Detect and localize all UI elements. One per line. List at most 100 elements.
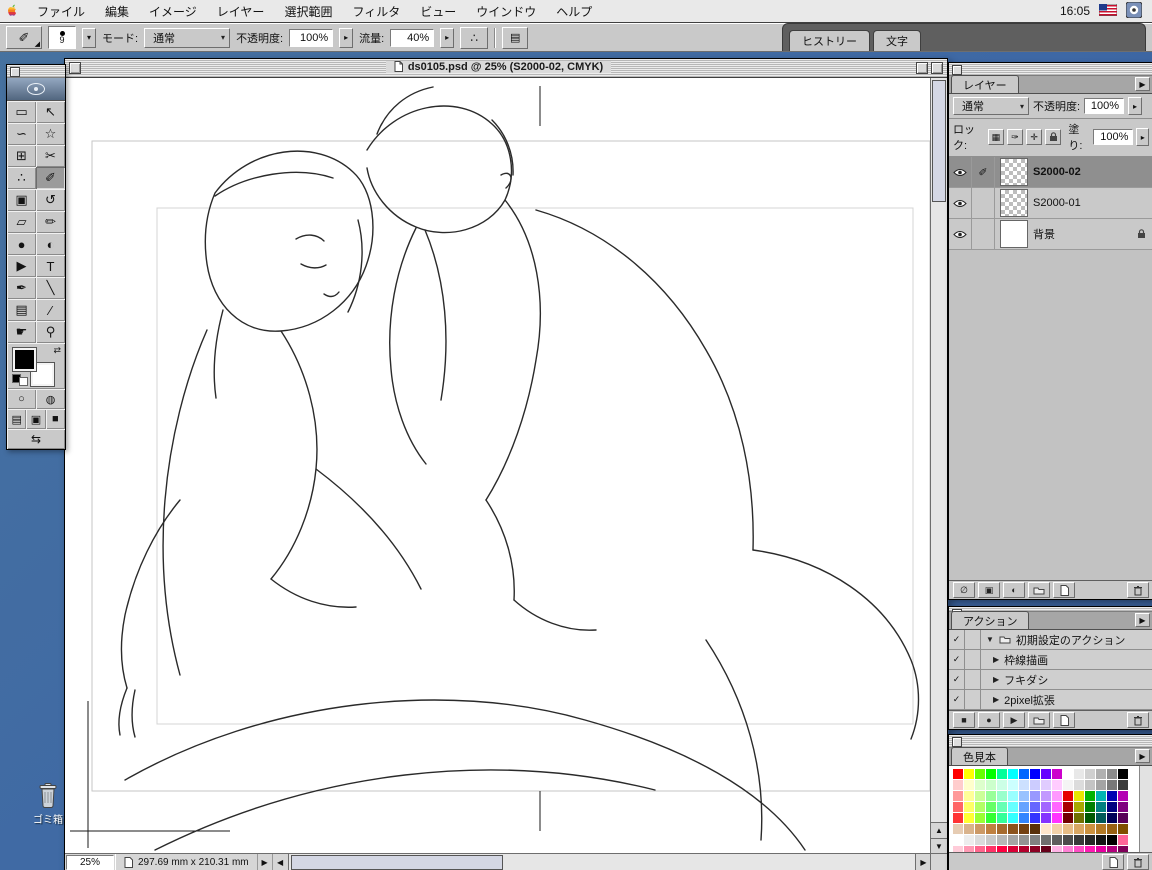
pen-tool[interactable]: ✒: [7, 277, 36, 299]
swatch-29[interactable]: [1096, 780, 1106, 790]
pencil-tool[interactable]: ✏: [36, 211, 65, 233]
swatch-63[interactable]: [1118, 802, 1128, 812]
visibility-toggle[interactable]: [949, 188, 972, 218]
menu-item-0[interactable]: ファイル: [27, 1, 95, 22]
airbrush-toggle-button[interactable]: ∴: [460, 26, 489, 49]
swatch-117[interactable]: [1008, 846, 1018, 852]
action-row-0[interactable]: ✓ ▶ 枠線描画: [949, 650, 1152, 670]
swatch-23[interactable]: [1030, 780, 1040, 790]
swatch-25[interactable]: [1052, 780, 1062, 790]
current-tool-button[interactable]: ✐ ◢: [6, 26, 42, 49]
hand-tool[interactable]: ☛: [7, 321, 36, 343]
swatch-33[interactable]: [964, 791, 974, 801]
lock-position-button[interactable]: ✛: [1026, 129, 1043, 145]
path-select-tool[interactable]: ▶: [7, 255, 36, 277]
swatch-104[interactable]: [1041, 835, 1051, 845]
swatch-53[interactable]: [1008, 802, 1018, 812]
swatch-61[interactable]: [1096, 802, 1106, 812]
link-cell[interactable]: [972, 188, 995, 218]
layer-name[interactable]: S2000-02: [1033, 166, 1152, 178]
swatch-85[interactable]: [1008, 824, 1018, 834]
lock-all-button[interactable]: [1045, 129, 1062, 145]
swatch-99[interactable]: [986, 835, 996, 845]
swatch-16[interactable]: [953, 780, 963, 790]
layer-name[interactable]: S2000-01: [1033, 197, 1152, 209]
action-check-toggle[interactable]: ✓: [949, 650, 965, 669]
palette-menu-icon[interactable]: ▶: [1135, 613, 1150, 627]
zoom-box-icon[interactable]: [916, 62, 928, 74]
swatch-122[interactable]: [1063, 846, 1073, 852]
status-popup-arrow[interactable]: ▶: [258, 854, 273, 870]
keyboard-layout-flag-icon[interactable]: [1098, 3, 1118, 19]
swatch-101[interactable]: [1008, 835, 1018, 845]
swatch-69[interactable]: [1008, 813, 1018, 823]
delete-action-icon[interactable]: [1127, 712, 1149, 728]
swatch-60[interactable]: [1085, 802, 1095, 812]
swatch-48[interactable]: [953, 802, 963, 812]
move-tool[interactable]: ↖: [36, 101, 65, 123]
new-swatch-icon[interactable]: [1102, 854, 1124, 870]
swatch-98[interactable]: [975, 835, 985, 845]
swatch-72[interactable]: [1041, 813, 1051, 823]
swatch-7[interactable]: [1030, 769, 1040, 779]
swatch-2[interactable]: [975, 769, 985, 779]
swatch-28[interactable]: [1085, 780, 1095, 790]
swatch-88[interactable]: [1041, 824, 1051, 834]
adjustment-layer-icon[interactable]: ◐: [1003, 582, 1025, 598]
collapsed-triangle-icon[interactable]: ▶: [993, 675, 999, 684]
swatch-26[interactable]: [1063, 780, 1073, 790]
tab-actions[interactable]: アクション: [951, 611, 1030, 629]
swatch-32[interactable]: [953, 791, 963, 801]
resize-grip[interactable]: [930, 853, 947, 870]
layer-thumbnail[interactable]: [1000, 158, 1028, 186]
swatch-27[interactable]: [1074, 780, 1084, 790]
swatch-11[interactable]: [1074, 769, 1084, 779]
swatch-118[interactable]: [1019, 846, 1029, 852]
blend-mode-dropdown[interactable]: 通常 ▾: [144, 27, 231, 48]
menu-item-2[interactable]: イメージ: [139, 1, 207, 22]
swatch-106[interactable]: [1063, 835, 1073, 845]
swatch-102[interactable]: [1019, 835, 1029, 845]
jump-to-imageready-button[interactable]: ⇆: [7, 429, 65, 449]
swatch-121[interactable]: [1052, 846, 1062, 852]
close-icon[interactable]: [10, 67, 20, 77]
menu-item-8[interactable]: ヘルプ: [546, 1, 602, 22]
menu-item-6[interactable]: ビュー: [410, 1, 466, 22]
swatch-76[interactable]: [1085, 813, 1095, 823]
zoom-level-field[interactable]: 25%: [66, 855, 114, 870]
swatch-30[interactable]: [1107, 780, 1117, 790]
adobe-online-button[interactable]: [7, 78, 65, 101]
fill-slider-arrow[interactable]: ▸: [1136, 128, 1150, 146]
document-size-readout[interactable]: 297.69 mm x 210.31 mm: [115, 854, 258, 870]
opacity-slider-arrow[interactable]: ▸: [339, 27, 354, 48]
swatch-scrollbar[interactable]: [1139, 766, 1152, 852]
scroll-left-icon[interactable]: ◀: [272, 854, 289, 870]
swatch-8[interactable]: [1041, 769, 1051, 779]
swatch-94[interactable]: [1107, 824, 1117, 834]
eyedropper-tool[interactable]: ∕: [36, 299, 65, 321]
swatch-92[interactable]: [1085, 824, 1095, 834]
line-tool[interactable]: ╲: [36, 277, 65, 299]
scroll-down-icon[interactable]: ▼: [931, 838, 947, 854]
swatch-13[interactable]: [1096, 769, 1106, 779]
close-icon[interactable]: [952, 65, 962, 75]
collapse-box-icon[interactable]: [931, 62, 943, 74]
swatch-86[interactable]: [1019, 824, 1029, 834]
swatch-119[interactable]: [1030, 846, 1040, 852]
swatch-127[interactable]: [1118, 846, 1128, 852]
apple-menu-icon[interactable]: [8, 4, 21, 19]
swatch-84[interactable]: [997, 824, 1007, 834]
swatch-110[interactable]: [1107, 835, 1117, 845]
swatch-81[interactable]: [964, 824, 974, 834]
quick-mask-button[interactable]: ◍: [36, 389, 65, 409]
swatch-108[interactable]: [1085, 835, 1095, 845]
layer-name[interactable]: 背景: [1033, 226, 1137, 242]
layer-blend-mode-dropdown[interactable]: 通常 ▾: [953, 97, 1029, 115]
swatch-100[interactable]: [997, 835, 1007, 845]
magic-wand-tool[interactable]: ☆: [36, 123, 65, 145]
swatch-22[interactable]: [1019, 780, 1029, 790]
swatch-97[interactable]: [964, 835, 974, 845]
swatch-20[interactable]: [997, 780, 1007, 790]
link-cell[interactable]: [972, 219, 995, 249]
paintbrush-tool[interactable]: ✐: [36, 167, 65, 189]
